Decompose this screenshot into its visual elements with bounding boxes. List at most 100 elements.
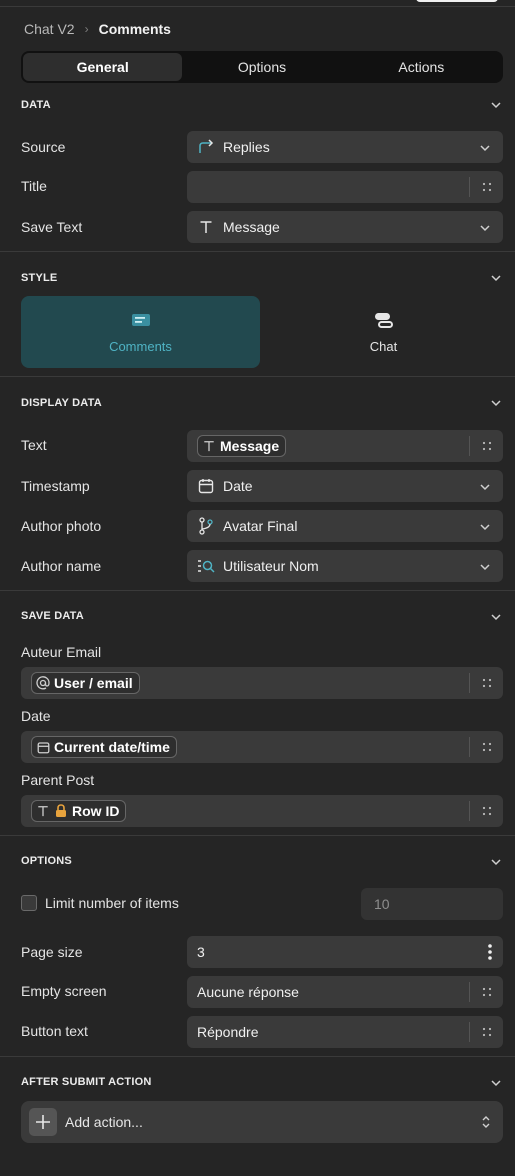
drag-grip-icon[interactable]: [469, 436, 503, 456]
add-action-label: Add action...: [65, 1114, 143, 1130]
tab-actions[interactable]: Actions: [342, 53, 501, 81]
chevron-down-icon[interactable]: [490, 856, 502, 868]
page-size-value: 3: [197, 944, 205, 960]
drag-grip-icon[interactable]: [469, 801, 503, 821]
date-chip[interactable]: Current date/time: [31, 736, 177, 758]
author-photo-select[interactable]: Avatar Final: [187, 510, 503, 542]
chevron-down-icon: [479, 141, 491, 153]
style-option-comments[interactable]: Comments: [21, 296, 260, 368]
style-option-chat[interactable]: Chat: [264, 296, 503, 368]
chevron-down-icon[interactable]: [490, 272, 502, 284]
text-input[interactable]: Message: [187, 430, 503, 462]
timestamp-select[interactable]: Date: [187, 470, 503, 502]
divider: [0, 376, 515, 377]
author-name-value: Utilisateur Nom: [223, 558, 319, 574]
text-chip-value: Message: [220, 438, 280, 454]
more-vertical-icon[interactable]: [485, 943, 495, 961]
drag-grip-icon[interactable]: [469, 1022, 503, 1042]
text-type-icon: [197, 218, 215, 236]
save-text-label: Save Text: [21, 219, 83, 235]
auteur-email-input[interactable]: User / email: [21, 667, 503, 699]
save-text-value: Message: [223, 219, 280, 235]
chat-style-icon: [373, 311, 395, 329]
divider: [0, 1056, 515, 1057]
breadcrumb-separator: ›: [84, 22, 89, 36]
timestamp-value: Date: [223, 478, 253, 494]
text-chip[interactable]: Message: [197, 435, 287, 457]
auteur-email-label: Auteur Email: [21, 644, 102, 660]
chevron-down-icon: [479, 520, 491, 532]
empty-screen-input[interactable]: Aucune réponse: [187, 976, 503, 1008]
breadcrumb-parent[interactable]: Chat V2: [24, 21, 75, 37]
source-select[interactable]: Replies: [187, 131, 503, 163]
breadcrumb: Chat V2 › Comments: [24, 20, 171, 38]
drag-grip-icon[interactable]: [469, 177, 503, 197]
style-option-label: Chat: [369, 338, 398, 354]
author-name-label: Author name: [21, 558, 102, 574]
lock-icon: [54, 804, 68, 818]
section-style-title[interactable]: STYLE: [21, 270, 57, 286]
text-label: Text: [21, 437, 47, 453]
limit-items-checkbox[interactable]: [21, 895, 37, 911]
date-label: Date: [21, 708, 51, 724]
auteur-email-chip[interactable]: User / email: [31, 672, 140, 694]
top-edge: [0, 0, 515, 7]
page-size-input[interactable]: 3: [187, 936, 503, 968]
list-search-icon: [197, 557, 215, 575]
comments-style-icon: [130, 311, 152, 329]
section-data-title[interactable]: DATA: [21, 97, 51, 113]
chevron-down-icon: [479, 221, 491, 233]
parent-post-label: Parent Post: [21, 772, 95, 788]
drag-grip-icon[interactable]: [469, 982, 503, 1002]
limit-items-input[interactable]: 10: [361, 888, 503, 920]
drag-grip-icon[interactable]: [469, 673, 503, 693]
author-photo-value: Avatar Final: [223, 518, 298, 534]
section-options-title[interactable]: OPTIONS: [21, 853, 72, 869]
plus-icon: [29, 1108, 57, 1136]
author-photo-label: Author photo: [21, 518, 102, 534]
empty-screen-value: Aucune réponse: [197, 984, 299, 1000]
add-action-button[interactable]: Add action...: [21, 1101, 503, 1143]
tab-general[interactable]: General: [23, 53, 183, 81]
empty-screen-label: Empty screen: [21, 983, 107, 999]
timestamp-label: Timestamp: [21, 478, 90, 494]
style-option-label: Comments: [109, 338, 172, 354]
limit-items-placeholder: 10: [374, 896, 390, 912]
chevron-down-icon: [479, 560, 491, 572]
author-name-select[interactable]: Utilisateur Nom: [187, 550, 503, 582]
page-size-label: Page size: [21, 944, 83, 960]
source-label: Source: [21, 139, 66, 155]
up-down-chevron-icon: [481, 1115, 491, 1129]
button-text-input[interactable]: Répondre: [187, 1016, 503, 1048]
text-type-icon: [36, 804, 50, 818]
calendar-icon: [197, 477, 215, 495]
arrow-share-icon: [197, 138, 215, 156]
parent-post-value: Row ID: [72, 803, 120, 819]
chevron-down-icon[interactable]: [490, 99, 502, 111]
limit-items-label: Limit number of items: [45, 895, 179, 911]
divider: [0, 251, 515, 252]
section-after-submit-title[interactable]: AFTER SUBMIT ACTION: [21, 1074, 152, 1090]
at-icon: [36, 676, 50, 690]
button-text-label: Button text: [21, 1023, 88, 1039]
drag-grip-icon[interactable]: [469, 737, 503, 757]
chevron-down-icon[interactable]: [490, 611, 502, 623]
calendar-icon: [36, 740, 50, 754]
top-pill: [416, 0, 498, 2]
text-type-icon: [202, 439, 216, 453]
chevron-down-icon[interactable]: [490, 1077, 502, 1089]
breadcrumb-current: Comments: [98, 21, 171, 37]
save-text-select[interactable]: Message: [187, 211, 503, 243]
title-input[interactable]: [187, 171, 503, 203]
source-value: Replies: [223, 139, 270, 155]
tab-options[interactable]: Options: [182, 53, 341, 81]
section-display-data-title[interactable]: DISPLAY DATA: [21, 395, 102, 411]
auteur-email-value: User / email: [54, 675, 133, 691]
section-save-data-title[interactable]: SAVE DATA: [21, 608, 84, 624]
parent-post-chip[interactable]: Row ID: [31, 800, 127, 822]
divider: [0, 590, 515, 591]
parent-post-input[interactable]: Row ID: [21, 795, 503, 827]
chevron-down-icon[interactable]: [490, 397, 502, 409]
date-input[interactable]: Current date/time: [21, 731, 503, 763]
tab-bar: General Options Actions: [21, 51, 503, 83]
